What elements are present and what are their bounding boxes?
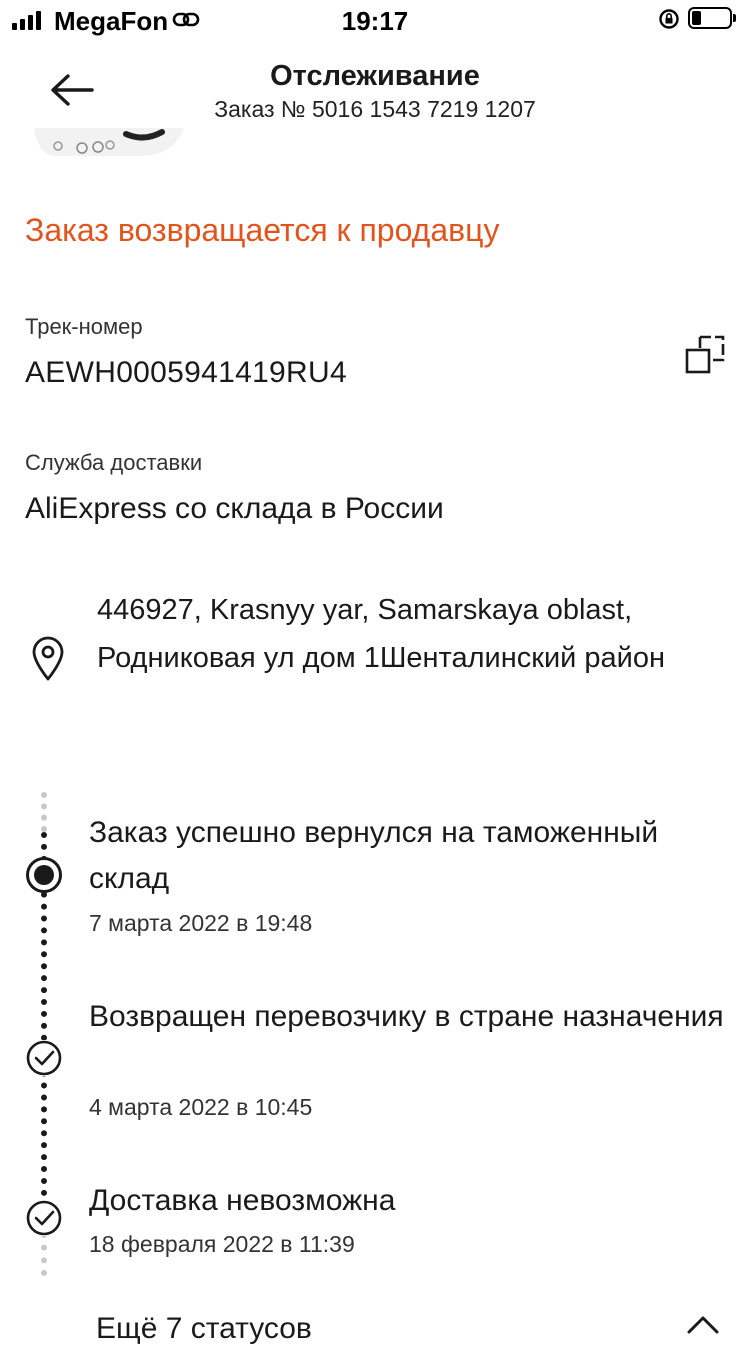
timeline-line-bottom [41,1232,47,1276]
tracking-number: AEWH0005941419RU4 [25,356,347,389]
delivery-service-label: Служба доставки [25,450,203,475]
chevron-up-icon[interactable] [686,1314,720,1339]
event-title: Возвращен перевозчику в стране назначени… [89,1000,724,1033]
tracking-label: Трек-номер [25,314,143,339]
event-title: Доставка невозможна [89,1184,396,1217]
event-date: 18 февраля 2022 в 11:39 [89,1231,355,1257]
location-pin-icon [30,636,66,687]
event-date: 7 марта 2022 в 19:48 [89,910,313,936]
delivery-address: 446927, Krasnyy yar, Samarskaya oblast, … [97,594,666,674]
event-title: Заказ успешно вернулся на таможенный скл… [89,816,659,895]
check-circle-icon [26,1200,62,1236]
order-number: Заказ № 5016 1543 7219 1207 [214,96,536,122]
order-status: Заказ возвращается к продавцу [25,212,500,248]
delivery-service-value: AliExpress со склада в России [25,492,444,525]
product-thumbnail [34,128,184,158]
event-date: 4 марта 2022 в 10:45 [89,1094,313,1120]
timeline-line-top [41,792,47,832]
page-title: Отслеживание [270,60,480,92]
battery-tip [733,14,736,22]
copy-icon [685,335,725,374]
battery-icon [688,7,732,29]
status-time: 19:17 [341,6,409,36]
rotation-lock-icon [658,8,680,35]
copy-button[interactable] [684,334,726,376]
check-circle-icon [26,1040,62,1076]
more-statuses-button[interactable]: Ещё 7 статусов [96,1312,312,1346]
timeline-current-node [26,857,62,893]
